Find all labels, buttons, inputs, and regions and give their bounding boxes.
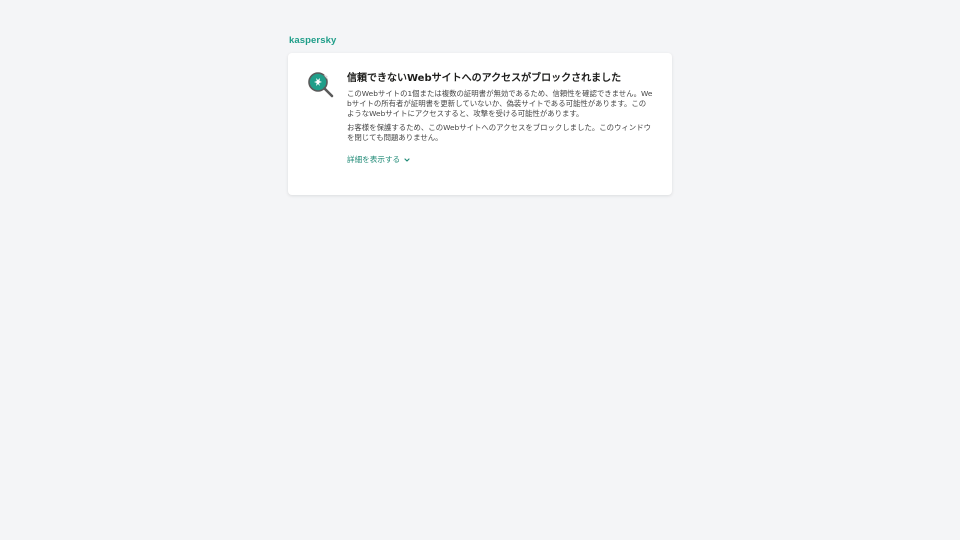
warning-card: 信頼できないWebサイトへのアクセスがブロックされました このWebサイトの1個…	[288, 53, 672, 195]
show-details-link[interactable]: 詳細を表示する	[347, 154, 411, 165]
kaspersky-logo: kaspersky	[289, 35, 337, 46]
blocked-page: kaspersky 信頼できないWebサイトへのアクセスがブロックされました こ…	[0, 0, 960, 540]
protection-note: お客様を保護するため、このWebサイトへのアクセスをブロックしました。このウィン…	[347, 123, 651, 142]
magnifier-certificate-icon	[307, 71, 335, 99]
show-details-label: 詳細を表示する	[347, 155, 401, 164]
warning-title: 信頼できないWebサイトへのアクセスがブロックされました	[347, 73, 622, 84]
warning-content: 信頼できないWebサイトへのアクセスがブロックされました このWebサイトの1個…	[347, 72, 653, 166]
warning-description: このWebサイトの1個または複数の証明書が無効であるため、信頼性を確認できません…	[347, 89, 653, 118]
chevron-down-icon	[403, 156, 411, 164]
